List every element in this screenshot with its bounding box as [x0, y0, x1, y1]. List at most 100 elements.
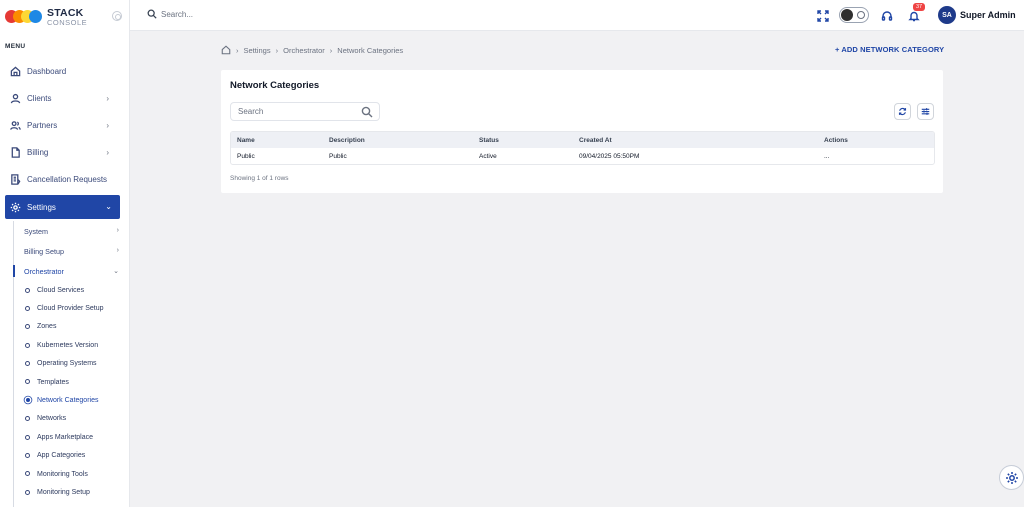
radio-dot-icon	[25, 287, 30, 293]
sidebar-item-label: Clients	[27, 94, 52, 103]
sidebar-item-label: Dashboard	[27, 67, 67, 76]
submenu-item-system[interactable]: System ›	[0, 221, 129, 241]
orchestrator-item-label: Operating Systems	[37, 360, 97, 368]
sliders-icon	[921, 108, 930, 115]
sidebar-item-billing[interactable]: Billing ›	[0, 139, 129, 166]
orchestrator-item-label: Cloud Provider Setup	[37, 305, 104, 313]
network-categories-table: Name Description Status Created At Actio…	[230, 131, 935, 165]
search-input[interactable]: Search	[230, 102, 380, 121]
user-icon	[10, 93, 21, 104]
home-icon	[10, 66, 21, 77]
collapse-sidebar-icon[interactable]	[112, 11, 122, 21]
global-search-placeholder: Search...	[161, 9, 194, 19]
search-input-placeholder: Search	[238, 107, 264, 116]
submenu-item-label: Orchestrator	[24, 266, 64, 276]
orchestrator-item-label: Templates	[37, 378, 69, 386]
orchestrator-item-zones[interactable]: Zones	[0, 318, 129, 336]
avatar[interactable]: SA	[938, 6, 956, 24]
refresh-button[interactable]	[894, 103, 911, 120]
settings-fab-button[interactable]	[999, 465, 1024, 490]
orchestrator-item-label: App Categories	[37, 452, 86, 460]
sidebar-item-cancellation-requests[interactable]: Cancellation Requests	[0, 166, 129, 193]
sun-icon	[841, 9, 853, 21]
orchestrator-item-label: Apps Marketplace	[37, 433, 94, 441]
refresh-icon	[898, 107, 907, 116]
radio-dot-icon	[25, 342, 30, 348]
sidebar-item-settings[interactable]: Settings ⌄	[5, 195, 120, 219]
global-search[interactable]: Search...	[147, 9, 193, 19]
orchestrator-item-monitoring-setup[interactable]: Monitoring Setup	[0, 483, 129, 501]
orchestrator-item-label: Zones	[37, 323, 57, 331]
fullscreen-icon[interactable]	[817, 9, 829, 22]
gear-icon	[1005, 471, 1018, 484]
sidebar-item-dashboard[interactable]: Dashboard	[0, 58, 129, 85]
radio-dot-icon	[25, 324, 30, 330]
topbar: Search... 37 SA Super Admin	[130, 0, 1024, 31]
submenu-item-billing-setup[interactable]: Billing Setup ›	[0, 241, 129, 261]
chevron-right-icon: ›	[116, 247, 119, 254]
user-name[interactable]: Super Admin	[960, 10, 1016, 20]
radio-dot-active-icon	[26, 398, 30, 403]
search-icon	[361, 106, 373, 118]
network-categories-card: Network Categories Search Name Descripti…	[221, 70, 943, 193]
table-row[interactable]: Public Public Active 09/04/2025 05:50PM …	[231, 148, 934, 164]
logo-icon	[5, 7, 43, 27]
submenu-item-label: Billing Setup	[24, 246, 64, 256]
orchestrator-item-cloud-provider-setup[interactable]: Cloud Provider Setup	[0, 299, 129, 317]
orchestrator-item-templates[interactable]: Templates	[0, 373, 129, 391]
sidebar-item-label: Partners	[27, 121, 58, 130]
breadcrumb-item-settings[interactable]: Settings	[244, 46, 271, 55]
orchestrator-item-network-categories[interactable]: Network Categories	[0, 391, 129, 409]
submenu-item-orchestrator[interactable]: Orchestrator ⌄	[0, 261, 129, 281]
submenu-item-label: System	[24, 226, 48, 236]
orchestrator-item-cloud-services[interactable]: Cloud Services	[0, 281, 129, 299]
sidebar-item-label: Billing	[27, 148, 49, 157]
breadcrumb-separator: ›	[275, 45, 279, 55]
theme-toggle[interactable]	[839, 7, 869, 23]
column-header-status[interactable]: Status	[479, 137, 579, 144]
add-network-category-button[interactable]: + ADD NETWORK CATEGORY	[835, 45, 944, 54]
breadcrumb-separator: ›	[236, 45, 239, 55]
breadcrumb-separator: ›	[329, 45, 333, 55]
orchestrator-item-operating-systems[interactable]: Operating Systems	[0, 355, 129, 373]
orchestrator-item-networks[interactable]: Networks	[0, 410, 129, 428]
radio-dot-icon	[25, 379, 30, 385]
sidebar-item-label: Cancellation Requests	[27, 175, 108, 184]
orchestrator-item-label: Cloud Services	[37, 286, 85, 294]
users-icon	[10, 121, 21, 130]
gear-icon	[10, 202, 21, 212]
orchestrator-item-label: Monitoring Tools	[37, 470, 88, 478]
brand-logo[interactable]: STACK CONSOLE	[0, 0, 129, 34]
chevron-right-icon: ›	[106, 94, 109, 103]
column-header-description[interactable]: Description	[329, 137, 479, 144]
filter-columns-button[interactable]	[917, 103, 934, 120]
breadcrumb-item-orchestrator[interactable]: Orchestrator	[283, 46, 325, 55]
clipboard-icon	[11, 174, 21, 185]
home-icon[interactable]	[221, 45, 231, 55]
headset-icon[interactable]	[881, 9, 893, 21]
orchestrator-item-monitoring-tools[interactable]: Monitoring Tools	[0, 465, 129, 483]
orchestrator-item-apps-marketplace[interactable]: Apps Marketplace	[0, 428, 129, 446]
breadcrumb: › Settings › Orchestrator › Network Cate…	[221, 45, 403, 55]
sidebar-item-clients[interactable]: Clients ›	[0, 85, 129, 112]
cell-name: Public	[237, 152, 255, 160]
radio-dot-icon	[25, 416, 30, 422]
orchestrator-item-app-categories[interactable]: App Categories	[0, 447, 129, 465]
column-header-name[interactable]: Name	[231, 137, 329, 144]
column-header-created-at[interactable]: Created At	[579, 137, 824, 144]
page-title: Network Categories	[230, 80, 320, 91]
radio-dot-icon	[25, 471, 30, 477]
moon-icon	[857, 11, 865, 19]
cell-status: Active	[479, 152, 497, 160]
orchestrator-item-label: Network Categories	[37, 397, 99, 405]
radio-dot-icon	[25, 453, 30, 459]
orchestrator-list: Cloud Services Cloud Provider Setup Zone…	[0, 281, 129, 502]
radio-dot-icon	[25, 489, 30, 495]
chevron-right-icon: ›	[106, 121, 109, 130]
row-actions-menu[interactable]: ...	[824, 153, 934, 160]
orchestrator-item-label: Networks	[37, 415, 67, 423]
column-header-actions: Actions	[824, 136, 848, 144]
orchestrator-item-kubernetes-version[interactable]: Kubernetes Version	[0, 336, 129, 354]
sidebar-item-partners[interactable]: Partners ›	[0, 112, 129, 139]
orchestrator-item-label: Kubernetes Version	[37, 341, 99, 349]
